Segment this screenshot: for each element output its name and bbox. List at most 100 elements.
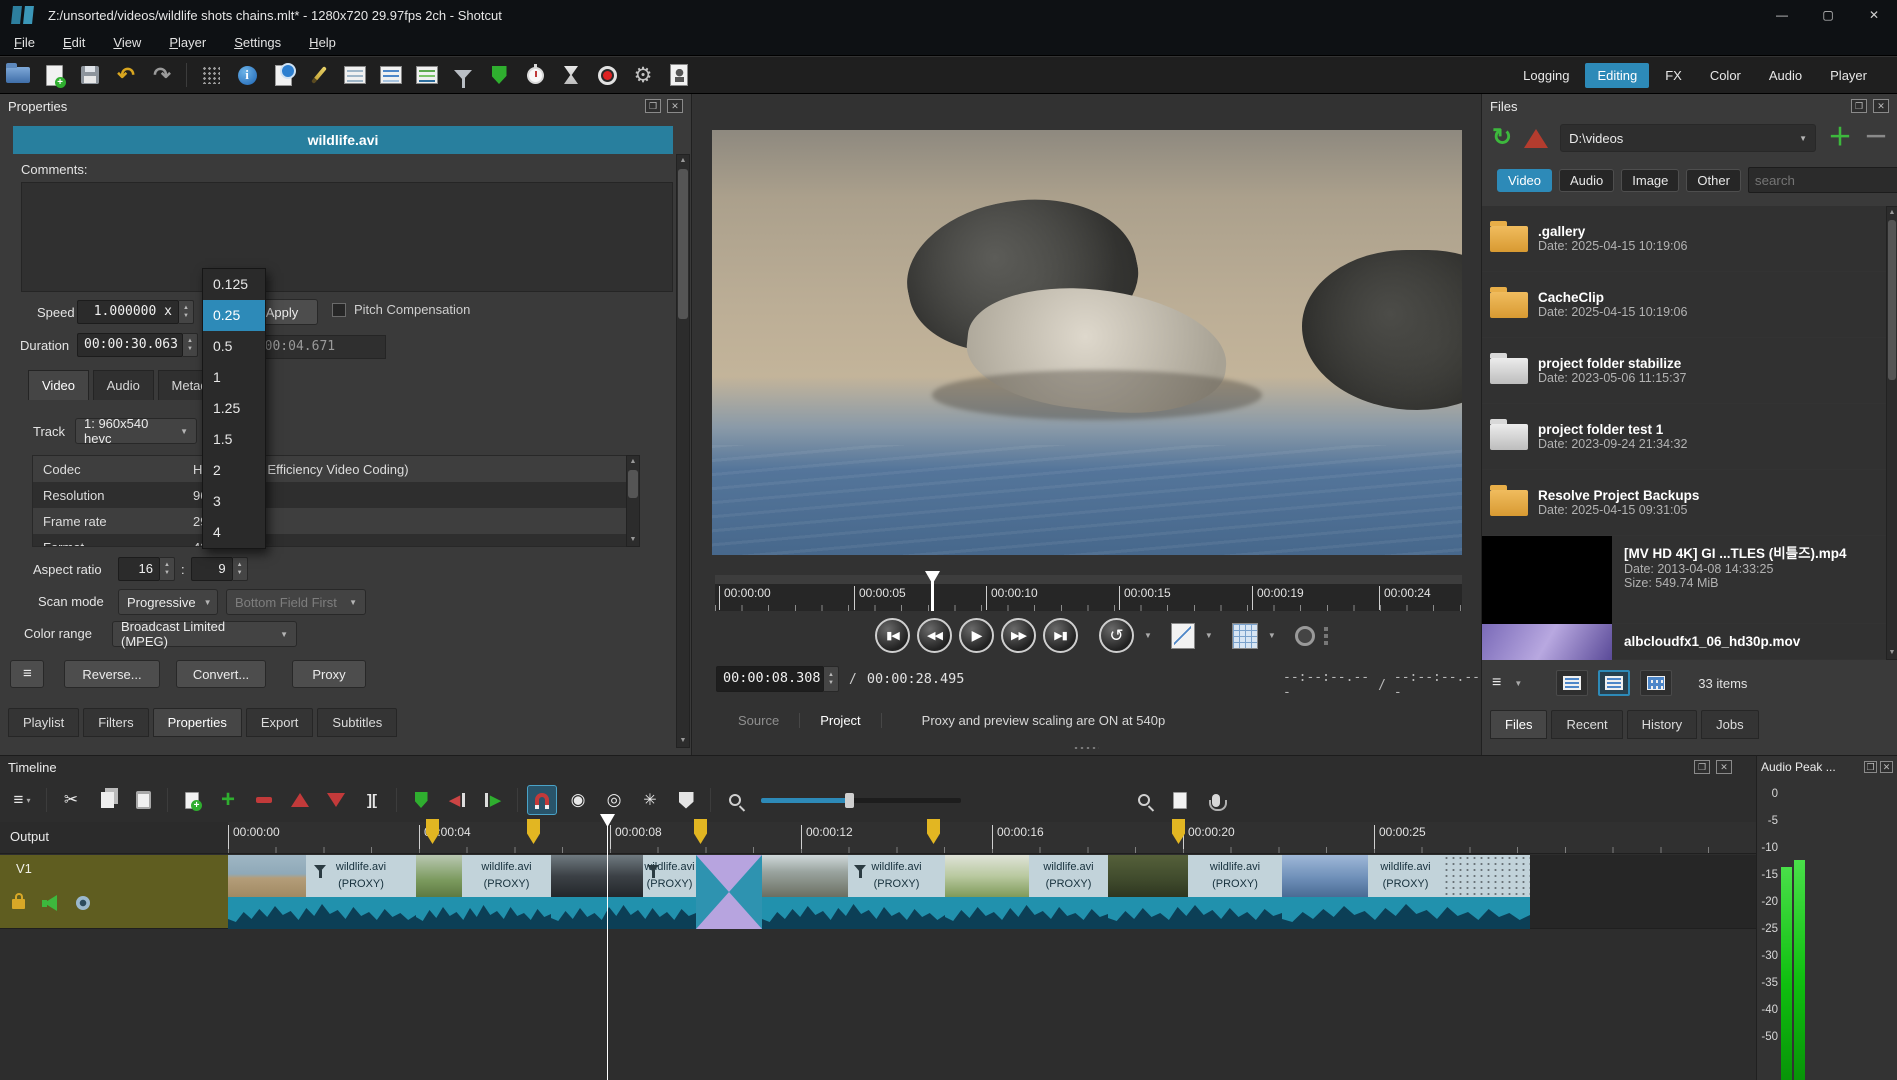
zoom-fit-dropdown[interactable]: ▼ <box>1205 631 1213 640</box>
track-header-v1[interactable]: V1 <box>0 855 228 929</box>
tab-subtitles[interactable]: Subtitles <box>317 708 397 737</box>
zoom-slider-handle[interactable] <box>845 793 854 808</box>
list-item[interactable]: Resolve Project BackupsDate: 2025-04-15 … <box>1482 470 1886 536</box>
position-spinner[interactable]: ▲▼ <box>824 666 839 692</box>
timeline-clip[interactable]: wildlife.avi(PROXY) <box>762 855 945 929</box>
remove-location-button[interactable]: － <box>1864 126 1888 150</box>
timeline-clip[interactable]: wildlife.avi(PROXY) <box>228 855 416 929</box>
filters-button[interactable] <box>446 60 480 90</box>
field-order-combo[interactable]: Bottom Field First▼ <box>226 589 366 615</box>
tab-playlist[interactable]: Playlist <box>8 708 79 737</box>
open-file-button[interactable] <box>1 60 35 90</box>
volume-button[interactable] <box>1295 626 1315 646</box>
layout-player[interactable]: Player <box>1818 63 1879 88</box>
redo-button[interactable]: ↷ <box>145 60 179 90</box>
filter-other[interactable]: Other <box>1686 169 1741 192</box>
track-combo[interactable]: 1: 960x540 hevc▼ <box>75 418 197 444</box>
zoom-out-button[interactable] <box>720 785 750 815</box>
speed-option[interactable]: 0.5 <box>203 331 265 362</box>
convert-button[interactable]: Convert... <box>176 660 266 688</box>
output-track-header[interactable]: Output <box>0 822 228 854</box>
reverse-button[interactable]: Reverse... <box>64 660 160 688</box>
list-item[interactable]: project folder test 1Date: 2023-09-24 21… <box>1482 404 1886 470</box>
properties-scrollbar[interactable]: ▲ ▼ <box>676 154 690 748</box>
timeline-ruler[interactable]: 00:00:00 00:00:04 00:00:08 00:00:12 00:0… <box>228 822 1756 854</box>
notes-button[interactable] <box>302 60 336 90</box>
loop-button[interactable]: ↺ <box>1099 618 1134 653</box>
minimize-button[interactable]: — <box>1759 0 1805 30</box>
loop-dropdown[interactable]: ▼ <box>1144 631 1152 640</box>
timeline-float-button[interactable]: ❒ <box>1694 760 1710 774</box>
list-item[interactable]: CacheClipDate: 2025-04-15 10:19:06 <box>1482 272 1886 338</box>
refresh-icon[interactable]: ↻ <box>1492 126 1512 150</box>
speed-option[interactable]: 4 <box>203 517 265 548</box>
next-edit-button[interactable]: ▶ <box>478 785 508 815</box>
voiceover-button[interactable] <box>1201 785 1231 815</box>
properties-info-button[interactable]: i <box>230 60 264 90</box>
files-float-button[interactable]: ❒ <box>1851 99 1867 113</box>
scan-mode-combo[interactable]: Progressive▼ <box>118 589 218 615</box>
layout-logging[interactable]: Logging <box>1511 63 1581 88</box>
scrub-while-dragging-button[interactable]: ◉ <box>563 785 593 815</box>
list-item[interactable]: [MV HD 4K] GI ...TLES (비틀즈).mp4Date: 201… <box>1482 536 1886 624</box>
overwrite-button[interactable] <box>321 785 351 815</box>
duration-input[interactable]: 00:00:30.063 <box>77 333 183 357</box>
table-row[interactable]: Format420 <box>33 534 639 547</box>
skip-start-button[interactable]: ▮◀ <box>875 618 910 653</box>
aspect-width-input[interactable]: 16 <box>118 557 160 581</box>
table-scrollbar[interactable]: ▲ ▼ <box>626 455 640 547</box>
timeline-clip-selected[interactable]: wildlife.avi(PROXY) <box>551 855 696 929</box>
proxy-button[interactable]: Proxy <box>292 660 366 688</box>
lift-button[interactable] <box>285 785 315 815</box>
view-details-button[interactable] <box>1556 670 1588 696</box>
menu-player[interactable]: Player <box>155 32 220 53</box>
ripple-delete-button[interactable] <box>249 785 279 815</box>
timeline-menu-button[interactable]: ≡▾ <box>7 785 37 815</box>
menu-settings[interactable]: Settings <box>220 32 295 53</box>
skip-end-button[interactable]: ▶▮ <box>1043 618 1078 653</box>
speed-option[interactable]: 1 <box>203 362 265 393</box>
speed-option[interactable]: 1.25 <box>203 393 265 424</box>
transition-clip[interactable] <box>696 855 762 929</box>
tab-export[interactable]: Export <box>246 708 314 737</box>
add-clip-button[interactable]: + <box>177 785 207 815</box>
save-button[interactable] <box>73 60 107 90</box>
filter-video[interactable]: Video <box>1497 169 1552 192</box>
speed-option[interactable]: 1.5 <box>203 424 265 455</box>
tab-project[interactable]: Project <box>800 713 881 728</box>
copy-button[interactable] <box>92 785 122 815</box>
layout-audio[interactable]: Audio <box>1757 63 1814 88</box>
menu-help[interactable]: Help <box>295 32 350 53</box>
timeline-clip[interactable]: wildlife.avi(PROXY) <box>945 855 1108 929</box>
properties-window-button[interactable] <box>338 60 372 90</box>
timeline-marker[interactable] <box>694 819 707 844</box>
dock-drag-handle[interactable] <box>1073 746 1099 750</box>
table-row[interactable]: Frame rate29.970030 <box>33 508 639 534</box>
path-combo[interactable]: D:\videos▼ <box>1560 124 1816 152</box>
timeline-clip[interactable]: wildlife.avi(PROXY) <box>1108 855 1282 929</box>
color-range-combo[interactable]: Broadcast Limited (MPEG)▼ <box>112 621 297 647</box>
layout-color[interactable]: Color <box>1698 63 1753 88</box>
list-item[interactable]: albcloudfx1_06_hd30p.mov <box>1482 624 1886 660</box>
close-button[interactable]: ✕ <box>1851 0 1897 30</box>
speed-option[interactable]: 2 <box>203 455 265 486</box>
grid-dropdown[interactable]: ▼ <box>1268 631 1276 640</box>
ripple-button[interactable]: ◎ <box>599 785 629 815</box>
tab-audio[interactable]: Audio <box>93 370 154 400</box>
ripple-all-tracks-button[interactable]: ✳ <box>635 785 665 815</box>
prev-edit-button[interactable]: ◀ <box>442 785 472 815</box>
marker-button[interactable] <box>406 785 436 815</box>
grid-button[interactable] <box>1232 623 1258 649</box>
search-input[interactable] <box>1748 167 1897 193</box>
tab-video[interactable]: Video <box>28 370 89 400</box>
position-timecode[interactable]: 00:00:08.308 <box>716 666 824 692</box>
filter-image[interactable]: Image <box>1621 169 1679 192</box>
add-location-button[interactable]: ＋ <box>1828 126 1852 150</box>
recent-button[interactable] <box>266 60 300 90</box>
menu-edit[interactable]: Edit <box>49 32 99 53</box>
append-button[interactable]: + <box>213 785 243 815</box>
play-button[interactable]: ▶ <box>959 618 994 653</box>
tab-filters[interactable]: Filters <box>83 708 148 737</box>
table-row[interactable]: Resolution960x540 <box>33 482 639 508</box>
speed-option[interactable]: 3 <box>203 486 265 517</box>
